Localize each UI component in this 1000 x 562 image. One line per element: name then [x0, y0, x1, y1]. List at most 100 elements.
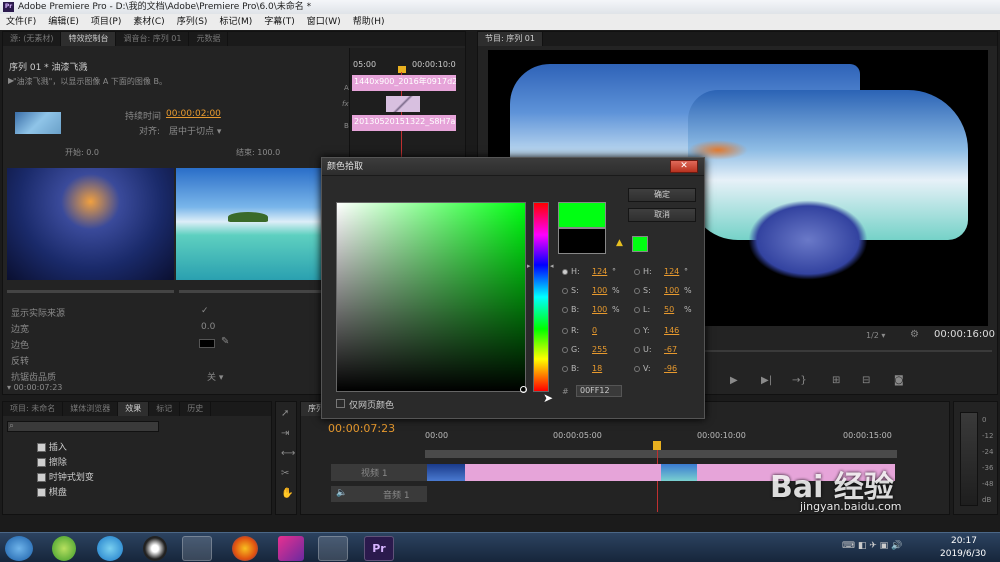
menu-window[interactable]: 窗口(W): [301, 14, 347, 30]
tray-icons[interactable]: ⌨ ◧ ✈ ▣ 🔊: [842, 541, 902, 551]
file-explorer-icon[interactable]: [182, 536, 212, 561]
color-field-cursor[interactable]: [520, 386, 527, 393]
work-area-bar[interactable]: [425, 450, 897, 458]
tab-history[interactable]: 历史: [180, 402, 212, 416]
export-frame-icon[interactable]: ◙: [894, 375, 904, 386]
eyedropper-icon[interactable]: ✎: [221, 336, 229, 347]
playhead-icon[interactable]: [653, 441, 661, 450]
hue-slider-right-arrow-icon[interactable]: ◂: [550, 262, 554, 270]
selection-tool-icon[interactable]: ➚: [281, 408, 289, 419]
field-v[interactable]: V: -96: [634, 363, 677, 375]
field-b-hsb[interactable]: B: 100%: [562, 304, 620, 316]
radio-b[interactable]: [562, 306, 568, 313]
web-safe-swatch[interactable]: [632, 236, 648, 252]
menu-file[interactable]: 文件(F): [0, 14, 42, 30]
tab-source[interactable]: 源: (无素材): [3, 32, 62, 46]
radio-g[interactable]: [562, 346, 568, 353]
mini-playhead-icon[interactable]: [398, 66, 406, 73]
menu-project[interactable]: 项目(P): [85, 14, 127, 30]
align-dropdown[interactable]: 居中于切点 ▾: [169, 124, 221, 137]
zoom-dropdown[interactable]: 1/2 ▾: [866, 331, 885, 340]
menu-sequence[interactable]: 序列(S): [171, 14, 214, 30]
web-only-checkbox[interactable]: [336, 399, 345, 408]
tab-effect-controls[interactable]: 特效控制台: [61, 32, 117, 46]
tab-media-browser[interactable]: 媒体浏览器: [63, 402, 119, 416]
step-forward-icon[interactable]: ▶|: [761, 375, 772, 386]
tab-project[interactable]: 项目: 未命名: [3, 402, 64, 416]
qq-icon[interactable]: [143, 536, 167, 561]
original-color-swatch[interactable]: [558, 228, 606, 254]
duration-value[interactable]: 00:00:02:00: [166, 109, 221, 119]
menu-title[interactable]: 字幕(T): [258, 14, 301, 30]
tab-metadata[interactable]: 元数据: [189, 32, 229, 46]
ripple-edit-icon[interactable]: ⟷: [281, 448, 295, 459]
start-button-icon[interactable]: [5, 536, 33, 561]
radio-y[interactable]: [634, 327, 640, 334]
field-l[interactable]: L: 50%: [634, 304, 692, 316]
menu-help[interactable]: 帮助(H): [347, 14, 391, 30]
field-s-hsb[interactable]: S: 100%: [562, 285, 620, 297]
hue-slider[interactable]: [533, 202, 549, 392]
radio-s-hsl[interactable]: [634, 287, 640, 294]
browser-360-icon[interactable]: [52, 536, 76, 561]
start-slider[interactable]: [7, 290, 174, 293]
video-editor-icon[interactable]: [278, 536, 304, 561]
radio-r[interactable]: [562, 327, 568, 334]
show-actual-sources-checkbox[interactable]: ✓: [201, 306, 209, 316]
field-u[interactable]: U: -67: [634, 344, 677, 356]
field-h-hsl[interactable]: H: 124 °: [634, 266, 688, 278]
tab-program[interactable]: 节目: 序列 01: [478, 32, 543, 46]
clip-a[interactable]: 1440x900_2016年0917d268: [352, 75, 456, 91]
hex-input[interactable]: 00FF12: [576, 385, 622, 397]
razor-icon[interactable]: ✂: [281, 468, 289, 479]
firefox-icon[interactable]: [232, 536, 258, 561]
hand-icon[interactable]: ✋: [281, 488, 293, 499]
extract-icon[interactable]: ⊟: [862, 375, 870, 386]
tab-effects[interactable]: 效果: [118, 402, 150, 416]
next-edit-icon[interactable]: →}: [792, 375, 807, 386]
field-y[interactable]: Y: 146: [634, 325, 679, 337]
window-app-icon[interactable]: [318, 536, 348, 561]
play-transition-icon[interactable]: ▶: [8, 76, 14, 85]
premiere-taskbar-icon[interactable]: Pr: [364, 536, 394, 561]
tab-sequence[interactable]: 序列: [301, 402, 323, 416]
tab-audio-mixer[interactable]: 调音台: 序列 01: [116, 32, 190, 46]
end-slider[interactable]: [179, 290, 323, 293]
saturation-brightness-field[interactable]: [336, 202, 526, 392]
antialias-dropdown[interactable]: 关 ▾: [207, 370, 223, 383]
play-icon[interactable]: ▶: [730, 375, 738, 386]
field-h-hsb[interactable]: H: 124 °: [562, 266, 616, 278]
transition-block[interactable]: [386, 96, 420, 112]
speaker-icon[interactable]: 🔈: [336, 488, 347, 498]
border-color-swatch[interactable]: [199, 339, 215, 348]
border-width-value[interactable]: 0.0: [201, 322, 215, 332]
menu-edit[interactable]: 编辑(E): [42, 14, 85, 30]
effect-item-wipe[interactable]: 擦除: [37, 455, 67, 468]
clock-date[interactable]: 2019/6/30: [940, 549, 986, 559]
cancel-button[interactable]: 取消: [628, 208, 696, 222]
radio-s[interactable]: [562, 287, 568, 294]
radio-u[interactable]: [634, 346, 640, 353]
clip-b[interactable]: 20130520151322_S8H7a.jp: [352, 115, 456, 131]
field-s-hsl[interactable]: S: 100%: [634, 285, 692, 297]
radio-l[interactable]: [634, 306, 640, 313]
menu-marker[interactable]: 标记(M): [213, 14, 258, 30]
field-b-rgb[interactable]: B: 18: [562, 363, 602, 375]
effect-item-checkerboard[interactable]: 棋盘: [37, 485, 67, 498]
wrench-icon[interactable]: ⚙: [910, 329, 919, 340]
hue-slider-left-arrow-icon[interactable]: ▸: [527, 262, 531, 270]
effects-search-input[interactable]: [7, 421, 159, 432]
radio-h[interactable]: [562, 268, 568, 275]
lift-icon[interactable]: ⊞: [832, 375, 840, 386]
tab-markers[interactable]: 标记: [149, 402, 181, 416]
field-r[interactable]: R: 0: [562, 325, 597, 337]
clock-time[interactable]: 20:17: [951, 536, 977, 546]
radio-b-rgb[interactable]: [562, 365, 568, 372]
ok-button[interactable]: 确定: [628, 188, 696, 202]
video-clip-1[interactable]: [427, 464, 465, 481]
radio-v[interactable]: [634, 365, 640, 372]
effect-item-insert[interactable]: 插入: [37, 440, 67, 453]
radio-h-hsl[interactable]: [634, 268, 640, 275]
media-player-icon[interactable]: [97, 536, 123, 561]
menu-clip[interactable]: 素材(C): [127, 14, 170, 30]
